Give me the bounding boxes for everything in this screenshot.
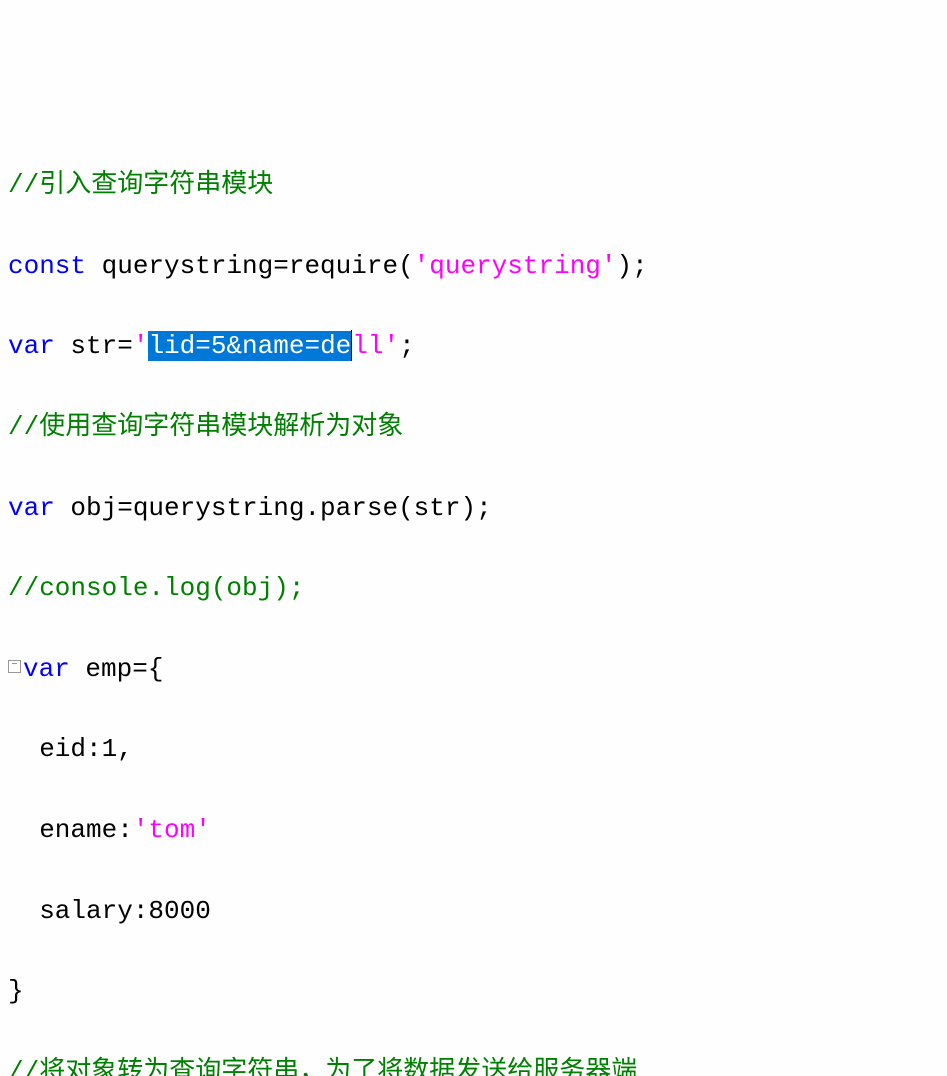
code-text: ; — [399, 331, 415, 361]
code-line[interactable]: −var emp={ — [8, 649, 939, 689]
code-text: salary:8000 — [8, 896, 211, 926]
code-line[interactable]: } — [8, 971, 939, 1011]
text-cursor — [351, 330, 352, 361]
code-line[interactable]: ename:'tom' — [8, 810, 939, 850]
code-text: str= — [55, 331, 133, 361]
code-line[interactable]: //将对象转为查询字符串，为了将数据发送给服务器端 — [8, 1052, 939, 1076]
comment: //使用查询字符串模块解析为对象 — [8, 412, 403, 442]
comment: //将对象转为查询字符串，为了将数据发送给服务器端 — [8, 1057, 637, 1076]
code-line[interactable]: var str='lid=5&name=dell'; — [8, 326, 939, 366]
keyword-const: const — [8, 251, 86, 281]
string-quote: ' — [133, 331, 149, 361]
code-line[interactable]: //引入查询字符串模块 — [8, 165, 939, 205]
keyword-var: var — [23, 654, 70, 684]
code-text: emp={ — [70, 654, 164, 684]
text-selection[interactable]: lid=5&name=de — [148, 331, 351, 361]
string-literal: ll' — [352, 331, 399, 361]
comment: //引入查询字符串模块 — [8, 170, 273, 200]
code-line[interactable]: var obj=querystring.parse(str); — [8, 488, 939, 528]
code-line[interactable]: const querystring=require('querystring')… — [8, 246, 939, 286]
string-literal: 'querystring' — [414, 251, 617, 281]
string-literal: 'tom' — [133, 815, 211, 845]
code-line[interactable]: eid:1, — [8, 729, 939, 769]
code-text: } — [8, 976, 24, 1006]
fold-collapse-icon[interactable]: − — [8, 660, 21, 673]
code-text: eid:1, — [8, 734, 133, 764]
code-text: ename: — [8, 815, 133, 845]
code-line[interactable]: //使用查询字符串模块解析为对象 — [8, 407, 939, 447]
code-line[interactable]: //console.log(obj); — [8, 568, 939, 608]
code-text: obj=querystring.parse(str); — [55, 493, 492, 523]
keyword-var: var — [8, 331, 55, 361]
code-line[interactable]: salary:8000 — [8, 891, 939, 931]
keyword-var: var — [8, 493, 55, 523]
code-text: querystring=require( — [86, 251, 414, 281]
code-text: ); — [617, 251, 648, 281]
comment: //console.log(obj); — [8, 573, 304, 603]
